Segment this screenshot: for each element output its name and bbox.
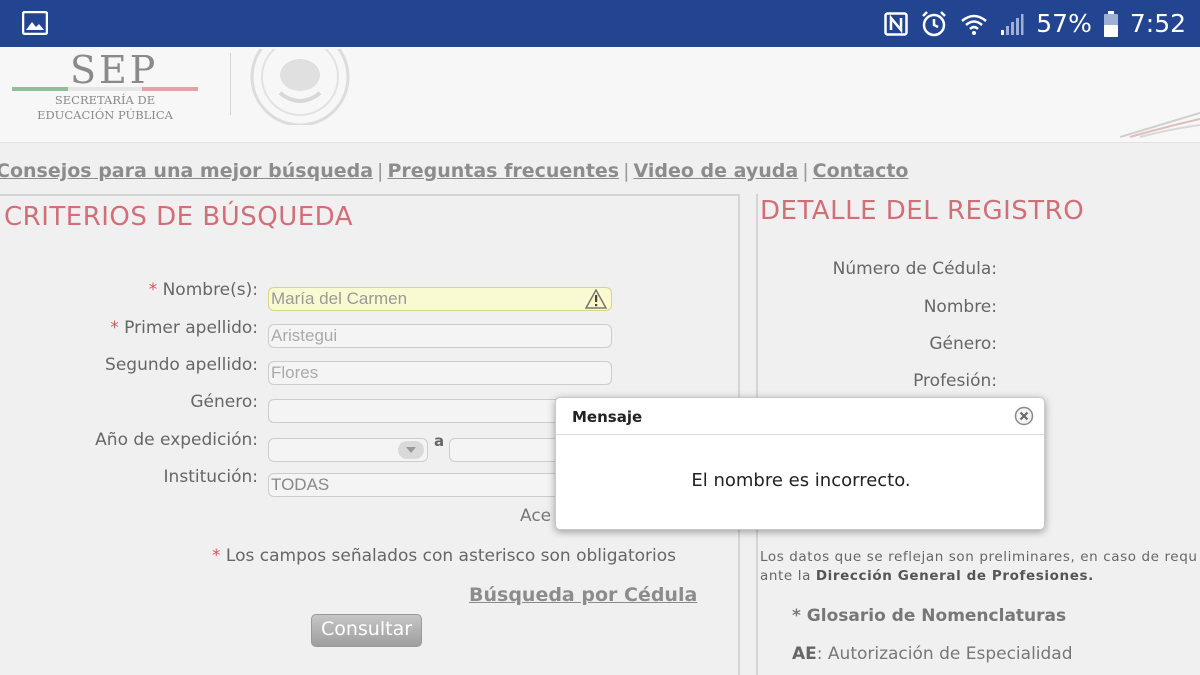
close-icon[interactable] — [1014, 406, 1034, 426]
logo-subtitle: SECRETARÍA DE EDUCACIÓN PÚBLICA — [37, 93, 173, 122]
detail-profesion-label: Profesión: — [913, 371, 997, 391]
link-contacto[interactable]: Contacto — [813, 160, 909, 182]
anio-label: Año de expedición: — [95, 430, 258, 450]
link-separator: | — [623, 160, 630, 182]
busqueda-cedula-link[interactable]: Búsqueda por Cédula — [469, 584, 697, 606]
detail-title: DETALLE DEL REGISTRO — [760, 196, 1085, 226]
accept-terms-label[interactable]: Ace — [520, 506, 551, 526]
chevron-down-icon — [398, 441, 424, 459]
header-divider — [230, 53, 231, 115]
link-preguntas[interactable]: Preguntas frecuentes — [387, 160, 619, 182]
dialog-message: El nombre es incorrecto. — [691, 470, 911, 491]
primer-apellido-field[interactable]: Aristegui — [268, 324, 612, 348]
segundo-apellido-field[interactable]: Flores — [268, 361, 612, 385]
clock: 7:52 — [1129, 9, 1186, 38]
battery-percent: 57% — [1036, 9, 1092, 38]
link-consejos[interactable]: Consejos para una mejor búsqueda — [0, 160, 373, 182]
link-separator: | — [377, 160, 384, 182]
status-bar: 57% 7:52 — [0, 0, 1200, 47]
glosario-heading: * Glosario de Nomenclaturas — [792, 606, 1067, 626]
dialog-title: Mensaje — [572, 408, 643, 426]
anio-connector: a — [434, 432, 445, 450]
link-separator: | — [802, 160, 809, 182]
signal-icon — [1000, 12, 1024, 36]
required-mark: * — [110, 318, 119, 338]
detail-genero-label: Género: — [929, 334, 997, 354]
cedula-number-label: Número de Cédula: — [832, 259, 997, 279]
criteria-title: CRITERIOS DE BÚSQUEDA — [4, 202, 354, 232]
required-mark: * — [148, 280, 158, 300]
institucion-label: Institución: — [163, 467, 258, 487]
segundo-apellido-label: Segundo apellido: — [105, 355, 258, 375]
consultar-button[interactable]: Consultar — [311, 614, 422, 647]
dialog-header: Mensaje — [556, 398, 1044, 435]
sep-logo: SEP — [70, 48, 159, 92]
detail-nombre-label: Nombre: — [923, 297, 997, 317]
primer-apellido-label: * Primer apellido: — [110, 318, 258, 338]
battery-icon — [1103, 10, 1118, 37]
message-dialog: Mensaje El nombre es incorrecto. — [555, 397, 1045, 530]
help-links: Consejos para una mejor búsqueda | Pregunt… — [0, 160, 908, 182]
nombre-label: * Nombre(s): — [148, 280, 258, 300]
link-video[interactable]: Video de ayuda — [634, 160, 799, 182]
nfc-icon — [884, 11, 909, 36]
genero-label: Género: — [190, 392, 258, 412]
alarm-icon — [920, 10, 948, 38]
national-seal-icon — [250, 49, 350, 125]
required-mark: * — [212, 546, 221, 566]
disclaimer-text: Los datos que se reflejan son preliminar… — [760, 549, 1198, 584]
logo-stripe — [12, 87, 198, 91]
required-note: * Los campos señalados con asterisco son… — [212, 546, 676, 566]
nombre-value: María del Carmen — [271, 289, 408, 308]
header-decoration — [1120, 112, 1200, 138]
gallery-icon — [21, 10, 49, 39]
wifi-icon — [960, 12, 988, 36]
site-header: SEP SECRETARÍA DE EDUCACIÓN PÚBLICA — [0, 47, 1200, 143]
anio-desde-select[interactable] — [268, 438, 428, 462]
warning-icon — [585, 289, 607, 309]
glosario-item-ae: AE: Autorización de Especialidad — [792, 644, 1073, 664]
nombre-field[interactable]: María del Carmen — [268, 287, 612, 311]
